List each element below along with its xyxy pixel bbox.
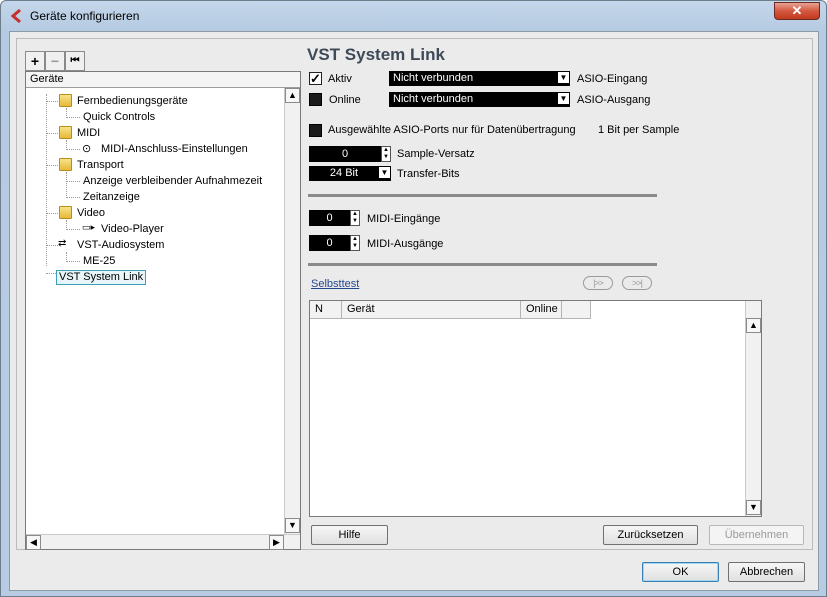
ok-button[interactable]: OK bbox=[642, 562, 719, 582]
midi-out-label: MIDI-Ausgänge bbox=[367, 238, 444, 250]
stepper-arrows-icon[interactable]: ▲ ▼ bbox=[350, 210, 360, 226]
midi-in-stepper[interactable]: 0 ▲ ▼ bbox=[309, 210, 360, 226]
apply-button[interactable]: Übernehmen bbox=[709, 525, 804, 545]
dialog-client-area: + − ⏮ Geräte Fernbedienungsgeräte Quick … bbox=[9, 31, 819, 591]
chevron-down-icon: ▼ bbox=[379, 167, 390, 178]
scroll-up-icon[interactable]: ▲ bbox=[746, 318, 761, 333]
asio-in-label: ASIO-Eingang bbox=[577, 73, 648, 85]
asio-output-value: Nicht verbunden bbox=[393, 93, 474, 105]
cancel-button[interactable]: Abbrechen bbox=[728, 562, 805, 582]
add-device-button[interactable]: + bbox=[25, 51, 45, 71]
sample-offset-stepper[interactable]: 0 ▲ ▼ bbox=[309, 146, 391, 162]
reset-button[interactable]: Zurücksetzen bbox=[603, 525, 698, 545]
window-title: Geräte konfigurieren bbox=[30, 9, 140, 23]
tree-item-me-25[interactable]: ME-25 bbox=[83, 255, 115, 268]
main-panel: + − ⏮ Geräte Fernbedienungsgeräte Quick … bbox=[16, 38, 813, 550]
panel-title: VST System Link bbox=[307, 45, 445, 64]
table-vertical-scrollbar[interactable]: ▲ ▼ bbox=[745, 301, 761, 516]
tree-item-midi[interactable]: MIDI bbox=[77, 127, 100, 140]
tree-item-transport[interactable]: Transport bbox=[77, 159, 124, 172]
device-tree: Geräte Fernbedienungsgeräte Quick Contro… bbox=[25, 71, 301, 550]
column-header-extra[interactable] bbox=[562, 301, 591, 319]
midi-port-icon: ⊙ bbox=[82, 143, 92, 155]
nav-next-icon[interactable]: >>| bbox=[622, 276, 652, 290]
scroll-down-icon[interactable]: ▼ bbox=[285, 518, 300, 533]
tree-item-video-player[interactable]: Video-Player bbox=[101, 223, 164, 236]
chevron-down-icon: ▼ bbox=[558, 93, 569, 104]
tree-item-video[interactable]: Video bbox=[77, 207, 105, 220]
scroll-left-icon[interactable]: ◀ bbox=[26, 535, 41, 550]
aktiv-label: Aktiv bbox=[328, 73, 352, 85]
scroll-right-icon[interactable]: ▶ bbox=[269, 535, 284, 550]
bit-per-sample-label: 1 Bit per Sample bbox=[598, 124, 680, 136]
asio-input-value: Nicht verbunden bbox=[393, 72, 474, 84]
transfer-bits-value: 24 Bit bbox=[329, 167, 359, 179]
tree-item-vst-system-link[interactable]: VST System Link bbox=[56, 270, 147, 285]
cubase-app-icon bbox=[10, 9, 21, 23]
column-header-n[interactable]: N bbox=[310, 301, 342, 319]
midi-out-value: 0 bbox=[326, 237, 333, 249]
sample-offset-value: 0 bbox=[341, 148, 349, 160]
nav-prev-icon[interactable]: |>> bbox=[583, 276, 613, 290]
tree-horizontal-scrollbar[interactable]: ◀ ▶ bbox=[26, 534, 300, 550]
separator bbox=[308, 194, 657, 197]
tree-vertical-scrollbar[interactable]: ▲ ▼ bbox=[284, 88, 300, 534]
midi-in-label: MIDI-Eingänge bbox=[367, 213, 441, 225]
device-table: N Gerät Online ▲ ▼ bbox=[309, 300, 762, 517]
asio-out-label: ASIO-Ausgang bbox=[577, 94, 651, 106]
tree-item-vst-audiosystem[interactable]: VST-Audiosystem bbox=[77, 239, 164, 252]
folder-icon bbox=[59, 206, 72, 219]
dialog-window: Geräte konfigurieren ✕ + − ⏮ Geräte Fern… bbox=[0, 0, 827, 597]
help-button[interactable]: Hilfe bbox=[311, 525, 388, 545]
data-ports-checkbox[interactable] bbox=[309, 124, 322, 137]
data-ports-label: Ausgewählte ASIO-Ports nur für Datenüber… bbox=[328, 124, 576, 136]
tree-item-aufnahmezeit[interactable]: Anzeige verbleibender Aufnahmezeit bbox=[83, 175, 262, 188]
online-label: Online bbox=[329, 94, 361, 106]
asio-output-select[interactable]: Nicht verbunden ▼ bbox=[389, 92, 570, 107]
midi-in-value: 0 bbox=[326, 212, 333, 224]
scroll-down-icon[interactable]: ▼ bbox=[746, 500, 761, 515]
separator bbox=[308, 263, 657, 266]
reset-device-button[interactable]: ⏮ bbox=[65, 51, 85, 71]
midi-out-stepper[interactable]: 0 ▲ ▼ bbox=[309, 235, 360, 251]
column-header-online[interactable]: Online bbox=[521, 301, 562, 319]
tree-header: Geräte bbox=[26, 72, 300, 88]
folder-icon bbox=[59, 94, 72, 107]
asio-input-select[interactable]: Nicht verbunden ▼ bbox=[389, 71, 570, 86]
transfer-bits-select[interactable]: 24 Bit ▼ bbox=[309, 166, 391, 181]
aktiv-checkbox[interactable]: ✓ bbox=[309, 72, 322, 85]
online-checkbox[interactable] bbox=[309, 93, 322, 106]
remove-device-button[interactable]: − bbox=[45, 51, 65, 71]
tree-item-quick-controls[interactable]: Quick Controls bbox=[83, 111, 155, 124]
sample-offset-label: Sample-Versatz bbox=[397, 148, 475, 160]
transfer-bits-label: Transfer-Bits bbox=[397, 168, 460, 180]
scroll-up-icon[interactable]: ▲ bbox=[285, 88, 300, 103]
column-header-geraet[interactable]: Gerät bbox=[342, 301, 521, 319]
video-player-icon: ▭▸ bbox=[82, 222, 96, 232]
tree-item-midi-anschluss[interactable]: MIDI-Anschluss-Einstellungen bbox=[101, 143, 248, 156]
stepper-arrows-icon[interactable]: ▲ ▼ bbox=[350, 235, 360, 251]
chevron-down-icon: ▼ bbox=[558, 72, 569, 83]
stepper-arrows-icon[interactable]: ▲ ▼ bbox=[381, 146, 391, 162]
audio-system-icon: ⇄ bbox=[58, 238, 67, 249]
selftest-link[interactable]: Selbsttest bbox=[311, 278, 359, 290]
folder-icon bbox=[59, 158, 72, 171]
tree-item-zeitanzeige[interactable]: Zeitanzeige bbox=[83, 191, 140, 204]
title-bar[interactable]: Geräte konfigurieren ✕ bbox=[1, 1, 826, 31]
close-button[interactable]: ✕ bbox=[774, 2, 820, 20]
folder-icon bbox=[59, 126, 72, 139]
tree-item-fernbedienungsgeraete[interactable]: Fernbedienungsgeräte bbox=[77, 95, 188, 108]
